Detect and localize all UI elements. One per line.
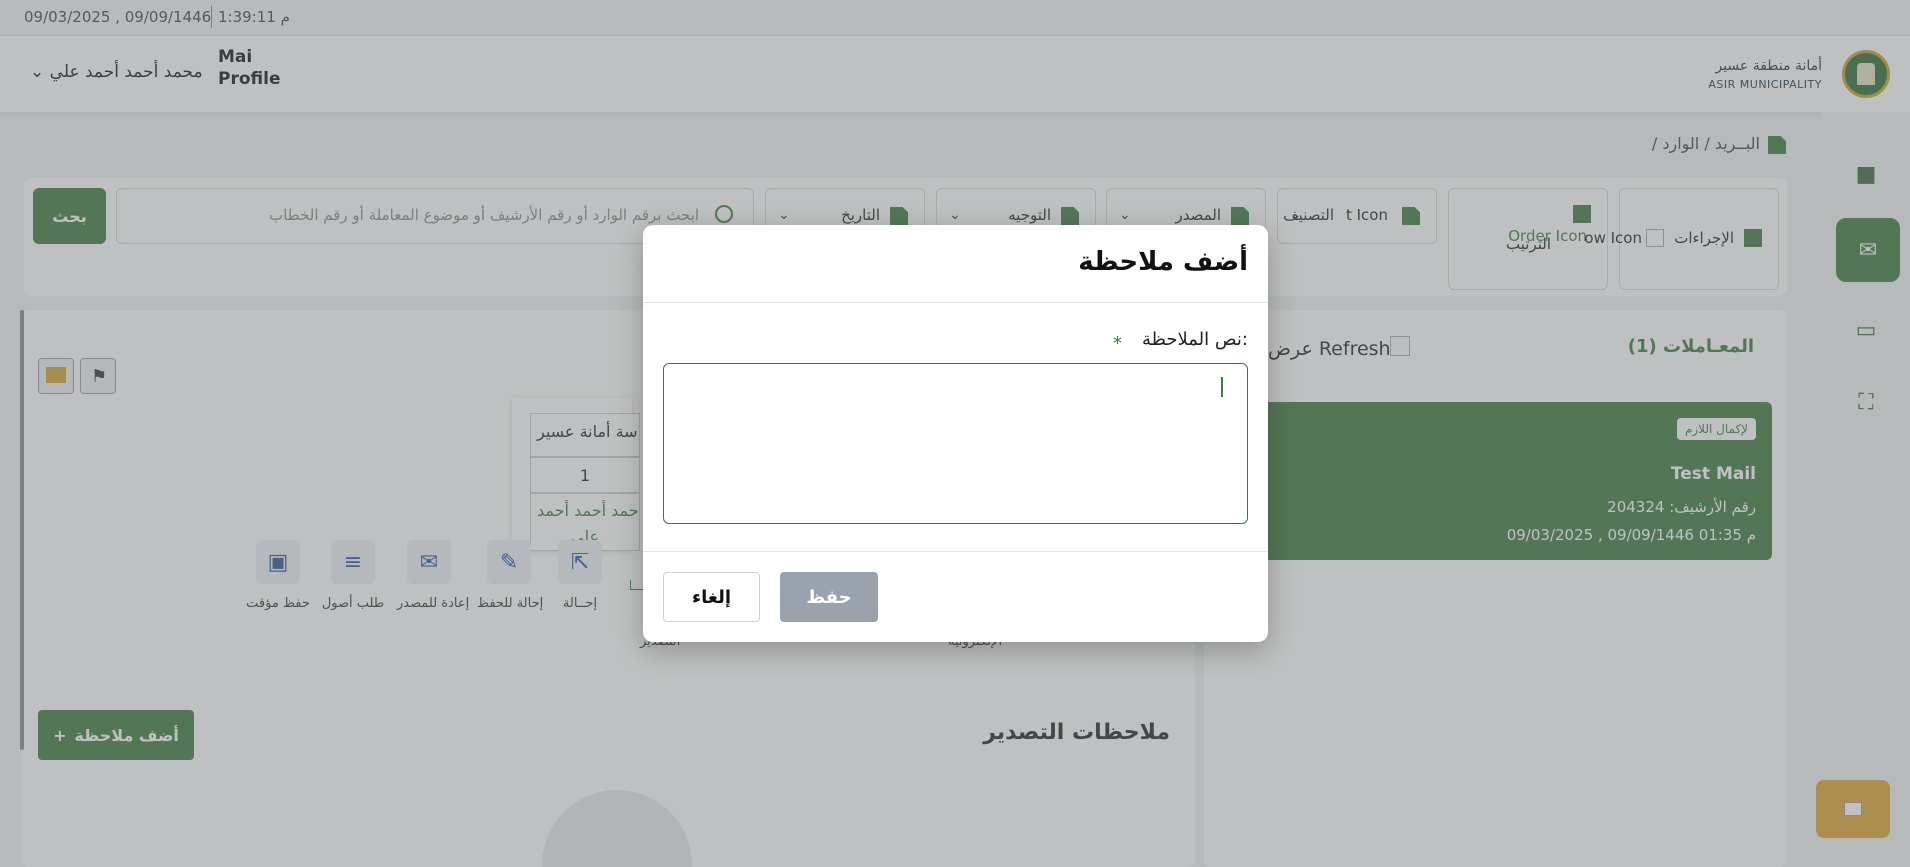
save-button[interactable]: حفظ — [780, 572, 878, 622]
divider — [643, 302, 1268, 303]
modal-title: أضف ملاحظة — [1078, 247, 1248, 277]
divider — [643, 551, 1268, 552]
add-note-modal: أضف ملاحظة نص الملاحظة: * حفظ إلغاء — [643, 225, 1268, 642]
note-textarea[interactable] — [663, 363, 1248, 524]
cancel-button[interactable]: إلغاء — [663, 572, 760, 622]
note-field-label: نص الملاحظة: — [1141, 329, 1248, 350]
required-mark: * — [1113, 333, 1122, 354]
text-caret — [1221, 377, 1223, 397]
